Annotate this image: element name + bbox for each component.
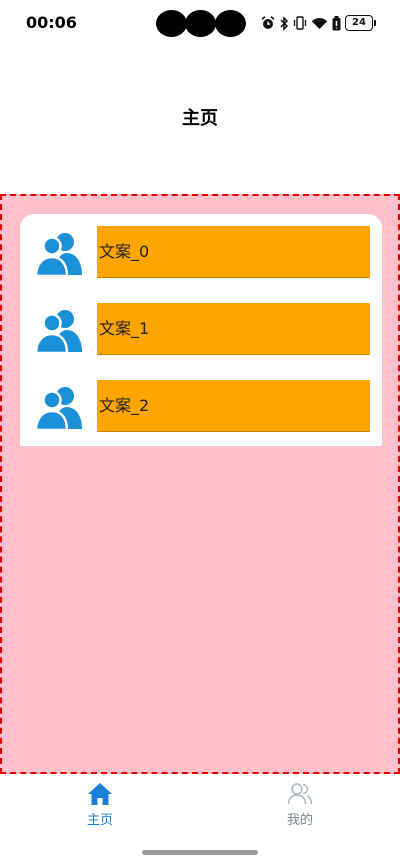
wifi-icon [311,17,328,29]
list-item-label: 文案_0 [97,226,370,278]
tab-mine[interactable]: 我的 [240,780,360,836]
list-item[interactable]: 文案_2 [20,380,382,434]
camera-cutout [156,10,246,37]
list-item[interactable]: 文案_0 [20,226,382,280]
content-area: 文案_0 文案_1 文案_2 [0,194,400,774]
status-bar: 00:06 24 [0,0,400,46]
list-item-label: 文案_2 [97,380,370,432]
page-title: 主页 [182,108,218,129]
tab-mine-label: 我的 [286,813,313,828]
list-item[interactable]: 文案_1 [20,303,382,357]
home-indicator[interactable] [142,850,258,855]
status-time: 00:06 [26,13,77,32]
tab-home-label: 主页 [86,813,113,828]
home-icon [88,783,112,805]
list-item-label: 文案_1 [97,303,370,355]
status-icons: 24 [261,14,376,32]
list-card: 文案_0 文案_1 文案_2 [20,214,382,446]
users-icon [35,387,82,431]
battery-icon: 24 [345,15,376,31]
users-icon [35,310,82,354]
tab-home[interactable]: 主页 [40,780,160,836]
vibrate-icon [293,16,307,30]
user-icon [287,783,313,805]
alarm-icon [261,16,275,29]
bluetooth-icon [280,15,289,31]
battery-saver-icon [332,15,341,30]
users-icon [35,233,82,277]
